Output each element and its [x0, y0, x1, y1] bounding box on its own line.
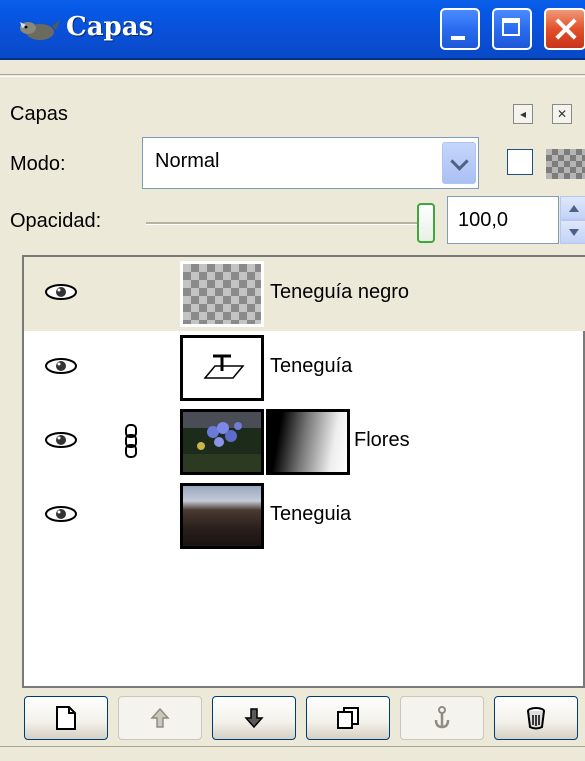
- layer-row[interactable]: Teneguía: [24, 331, 585, 405]
- maximize-icon: [494, 10, 530, 48]
- raise-layer-icon: [150, 707, 170, 728]
- new-layer-icon: [56, 706, 76, 730]
- close-icon: [546, 10, 584, 48]
- opacity-spin-arrows: [560, 196, 585, 244]
- layer-row[interactable]: Teneguía negro: [24, 257, 585, 331]
- chevron-down-icon[interactable]: [442, 142, 476, 184]
- new-layer-button[interactable]: [24, 696, 108, 740]
- layer-thumbnail[interactable]: [180, 261, 264, 327]
- trash-icon: [527, 707, 545, 730]
- mode-label: Modo:: [10, 153, 66, 175]
- anchor-layer-button[interactable]: [400, 696, 484, 740]
- layer-mask-thumbnail[interactable]: [266, 409, 350, 475]
- opacity-label: Opacidad:: [10, 210, 102, 232]
- anchor-layer-icon: [434, 706, 450, 729]
- maximize-button[interactable]: [492, 8, 532, 50]
- eye-icon[interactable]: [44, 505, 78, 523]
- layer-row[interactable]: Flores: [24, 405, 585, 479]
- layer-name[interactable]: Flores: [354, 429, 410, 452]
- duplicate-layer-icon: [337, 707, 359, 729]
- dock-title: Capas: [10, 103, 68, 125]
- title-bar[interactable]: Capas: [0, 0, 585, 60]
- close-icon: ✕: [556, 107, 568, 121]
- layer-actions-toolbar: [0, 696, 585, 746]
- window-title: Capas: [66, 12, 154, 42]
- status-strip: [0, 746, 585, 761]
- lower-layer-icon: [244, 708, 264, 729]
- layers-window: Capas Capas ◂ ✕ Modo: Normal Opacidad: 1…: [0, 0, 585, 761]
- opacity-slider-track[interactable]: [146, 222, 426, 225]
- layer-name[interactable]: Teneguia: [270, 503, 351, 526]
- gimp-icon: [20, 20, 60, 40]
- mode-value: Normal: [155, 150, 220, 172]
- layer-thumbnail[interactable]: [180, 409, 264, 475]
- spin-down-icon[interactable]: [560, 220, 585, 244]
- opacity-value: 100,0: [458, 209, 509, 231]
- lock-alpha-icon[interactable]: [546, 149, 585, 179]
- minimize-button[interactable]: [440, 8, 480, 50]
- layer-row[interactable]: Teneguia: [24, 479, 585, 553]
- spin-up-icon[interactable]: [560, 196, 585, 220]
- eye-icon[interactable]: [44, 357, 78, 375]
- mode-dropdown[interactable]: Normal: [142, 137, 479, 189]
- opacity-slider-thumb[interactable]: [417, 203, 435, 243]
- chain-link-icon[interactable]: [124, 424, 138, 458]
- opacity-spinbox[interactable]: 100,0: [447, 196, 559, 244]
- keep-transparency-checkbox[interactable]: [507, 149, 533, 175]
- layer-thumbnail[interactable]: [180, 483, 264, 549]
- dock-menu-button[interactable]: ◂: [513, 104, 533, 124]
- close-button[interactable]: [544, 8, 585, 50]
- layer-thumbnail[interactable]: [180, 335, 264, 401]
- divider: [0, 76, 585, 77]
- dock-handle[interactable]: [0, 60, 585, 75]
- layer-name[interactable]: Teneguía negro: [270, 281, 409, 304]
- lower-layer-button[interactable]: [212, 696, 296, 740]
- triangle-left-icon: ◂: [519, 107, 527, 121]
- eye-icon[interactable]: [44, 283, 78, 301]
- duplicate-layer-button[interactable]: [306, 696, 390, 740]
- eye-icon[interactable]: [44, 431, 78, 449]
- minimize-icon: [442, 10, 478, 48]
- delete-layer-button[interactable]: [494, 696, 578, 740]
- layers-list[interactable]: Teneguía negro Teneguía Flores Teneguia: [22, 255, 585, 688]
- text-layer-icon: [203, 354, 245, 379]
- dock-close-button[interactable]: ✕: [552, 104, 572, 124]
- flowers-photo: [183, 412, 261, 472]
- layer-name[interactable]: Teneguía: [270, 355, 352, 378]
- raise-layer-button[interactable]: [118, 696, 202, 740]
